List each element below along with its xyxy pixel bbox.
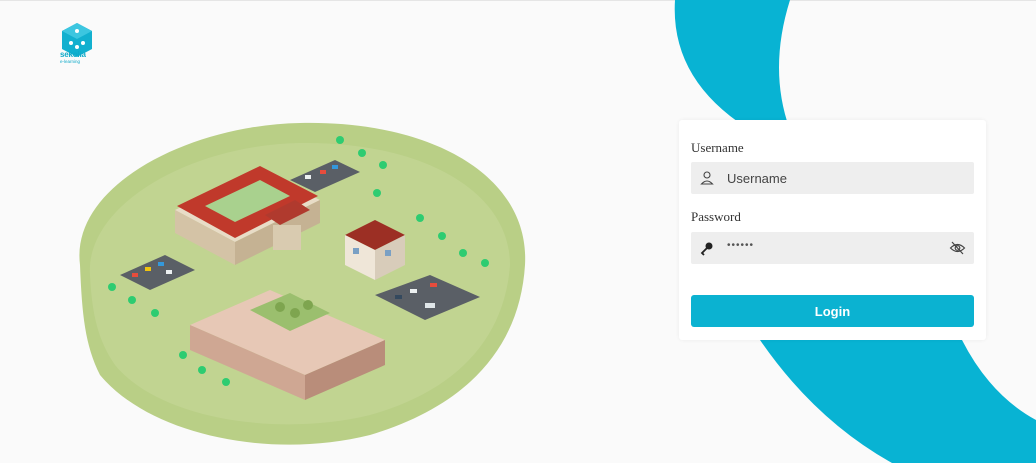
username-input[interactable] <box>727 162 937 194</box>
login-card: Username Password •••••• Login <box>679 120 986 340</box>
password-label: Password <box>691 209 741 224</box>
brand-name: sekolia <box>60 50 86 59</box>
brand-tagline: e-learning <box>60 59 81 64</box>
password-field[interactable]: •••••• <box>691 232 974 264</box>
password-mask[interactable]: •••••• <box>727 240 754 251</box>
username-label: Username <box>691 140 744 155</box>
username-field[interactable] <box>691 162 974 194</box>
user-icon <box>700 171 714 185</box>
key-icon <box>700 242 713 256</box>
eye-slash-icon[interactable] <box>949 240 966 256</box>
campus-illustration <box>79 122 526 445</box>
login-button[interactable]: Login <box>691 295 974 327</box>
